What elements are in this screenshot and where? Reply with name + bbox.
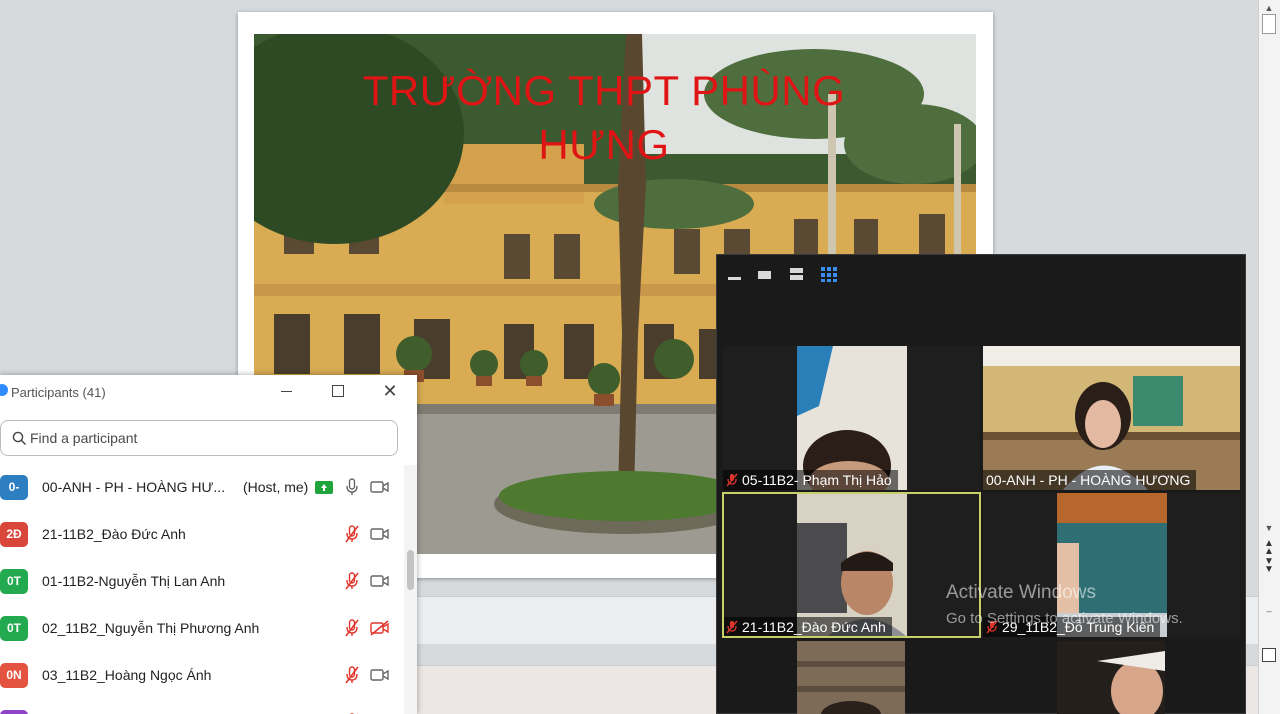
participant-row[interactable]: 0N 03_11B2_Hoàng Ngọc Ánh — [0, 653, 404, 700]
maximize-icon — [332, 385, 344, 397]
scroll-thumb[interactable] — [1262, 14, 1276, 34]
zoom-logo-icon — [0, 384, 8, 396]
video-camera-icon[interactable] — [370, 526, 390, 542]
avatar: 0T — [0, 616, 28, 641]
video-gallery: 05-11B2- Phạm Thị Hảo 00-ANH - PH - HOÀN… — [716, 254, 1246, 714]
participant-list-scroll-thumb[interactable] — [407, 550, 414, 590]
muted-mic-icon[interactable] — [344, 618, 360, 638]
minimize-icon — [281, 391, 292, 392]
avatar: 0T — [0, 569, 28, 594]
muted-mic-icon[interactable] — [344, 571, 360, 591]
avatar: 0N — [0, 663, 28, 688]
vertical-scrollbar[interactable]: ▲ ▼ ▲ ▲ ▼ ▼ – — [1258, 0, 1280, 714]
participant-row[interactable]: 2Đ 21-11B2_Đào Đức Anh — [0, 512, 404, 559]
strip-view-icon[interactable] — [787, 265, 807, 283]
video-tile[interactable] — [1057, 641, 1165, 714]
video-tile[interactable]: 00-ANH - PH - HOÀNG HƯƠNG — [983, 346, 1240, 490]
slide-title-line-2: HƯNG — [538, 121, 670, 168]
video-tile[interactable] — [797, 641, 905, 714]
search-input[interactable] — [30, 427, 380, 449]
participant-role-tag: (Host, me) — [243, 479, 309, 495]
participant-list-scrollbar[interactable] — [404, 465, 417, 714]
activate-windows-title: Activate Windows — [946, 582, 1096, 603]
video-tile-label: 00-ANH - PH - HOÀNG HƯƠNG — [983, 470, 1197, 490]
scroll-down-icon[interactable]: ▼ — [1262, 522, 1276, 534]
video-camera-icon[interactable] — [370, 573, 390, 589]
scroll-up-icon[interactable]: ▲ — [1262, 2, 1276, 14]
video-camera-icon[interactable] — [370, 667, 390, 683]
muted-mic-icon[interactable] — [344, 524, 360, 544]
participants-header: Participants (41) ✕ — [0, 375, 417, 409]
participant-row[interactable]: 0T 01-11B2-Nguyễn Thị Lan Anh — [0, 559, 404, 606]
video-tile-label: 05-11B2- Phạm Thị Hảo — [723, 470, 898, 490]
close-button[interactable]: ✕ — [379, 380, 401, 402]
mic-icon[interactable] — [344, 477, 360, 497]
video-off-icon[interactable] — [370, 620, 390, 636]
participant-name: 00-ANH - PH - HOÀNG HƯ... — [42, 479, 226, 495]
participant-name: 01-11B2-Nguyễn Thị Lan Anh — [42, 573, 226, 589]
participant-row[interactable]: 0H04_11B2_Hoàng Ngọc Châu — [0, 700, 404, 714]
muted-mic-icon[interactable] — [344, 665, 360, 685]
participants-panel: Participants (41) ✕ 0- 00-ANH - PH - HOÀN… — [0, 375, 417, 714]
participant-row[interactable]: 0- 00-ANH - PH - HOÀNG HƯ... (Host, me) — [0, 465, 404, 512]
participant-row[interactable]: 0T 02_11B2_Nguyễn Thị Phương Anh — [0, 606, 404, 653]
previous-slide-icon[interactable]: ▲ ▲ — [1262, 539, 1276, 557]
video-camera-icon[interactable] — [370, 479, 390, 495]
slide-title[interactable]: TRƯỜNG THPT PHÙNG HƯNG — [334, 64, 874, 172]
participant-search-box[interactable] — [0, 420, 398, 456]
zoom-slider-icon[interactable]: – — [1262, 604, 1276, 618]
video-tile-name: 00-ANH - PH - HOÀNG HƯƠNG — [986, 472, 1191, 488]
participant-name: 21-11B2_Đào Đức Anh — [42, 526, 186, 542]
participant-name: 03_11B2_Hoàng Ngọc Ánh — [42, 667, 212, 683]
participants-title: Participants (41) — [11, 385, 106, 400]
video-tile[interactable]: 05-11B2- Phạm Thị Hảo — [723, 346, 980, 490]
close-icon: ✕ — [382, 381, 398, 401]
slide-title-line-1: TRƯỜNG THPT PHÙNG — [362, 67, 846, 114]
activate-windows-subtitle: Go to Settings to activate Windows. — [946, 610, 1183, 627]
video-tile-name: 05-11B2- Phạm Thị Hảo — [742, 472, 892, 488]
active-speaker-frame — [722, 492, 981, 638]
muted-mic-icon — [726, 473, 738, 487]
share-screen-icon — [315, 481, 333, 494]
search-icon — [12, 431, 27, 446]
maximize-button[interactable] — [327, 380, 349, 402]
fit-slide-icon[interactable] — [1262, 648, 1276, 662]
avatar: 2Đ — [0, 522, 28, 547]
participant-name: 02_11B2_Nguyễn Thị Phương Anh — [42, 620, 260, 636]
participant-list[interactable]: 0- 00-ANH - PH - HOÀNG HƯ... (Host, me) 2Đ 2… — [0, 465, 404, 714]
next-slide-icon[interactable]: ▼ ▼ — [1262, 557, 1276, 575]
speaker-view-icon[interactable] — [755, 265, 775, 283]
avatar: 0- — [0, 475, 28, 500]
hide-video-icon[interactable] — [725, 265, 745, 283]
avatar: 0H — [0, 710, 28, 714]
gallery-view-icon[interactable] — [819, 265, 839, 283]
minimize-button[interactable] — [275, 380, 297, 402]
